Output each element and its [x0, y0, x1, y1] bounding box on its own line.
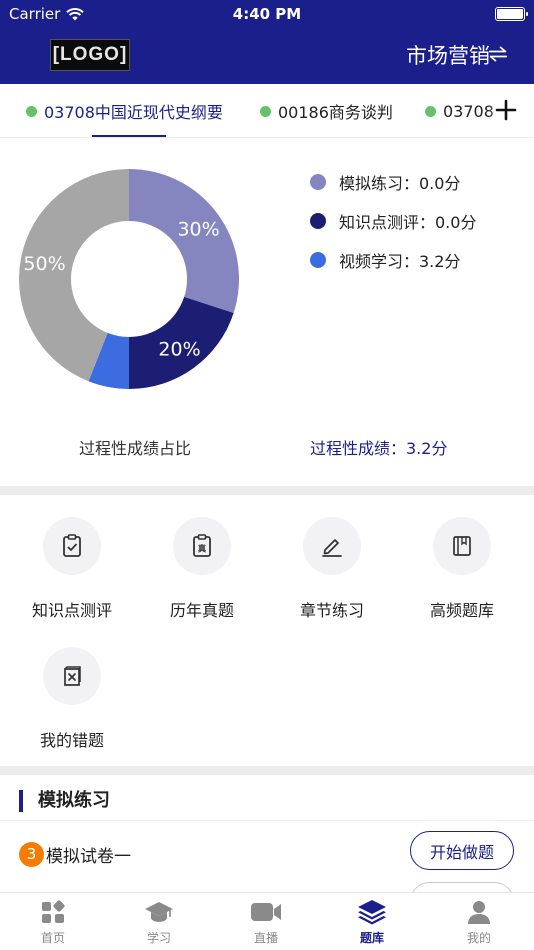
- course-status-dot: [260, 105, 271, 117]
- start-exam-button[interactable]: 开始做题: [410, 831, 514, 870]
- chart-caption: 过程性成绩占比: [78, 439, 191, 458]
- svg-text:真: 真: [198, 544, 207, 555]
- fn-label: 章节练习: [299, 601, 364, 620]
- app-header: Carrier 4:40 PM [LOGO] 市场营销: [0, 0, 534, 84]
- tabbar-study[interactable]: 学习: [106, 899, 212, 946]
- mock-title-separator: [0, 820, 534, 821]
- donut-slice-label-1: 20%: [158, 339, 200, 361]
- battery-icon: [495, 7, 528, 21]
- tabbar-label: 学习: [146, 931, 171, 945]
- fn-label: 我的错题: [39, 731, 104, 750]
- section-divider: [0, 486, 534, 495]
- app-logo: [LOGO]: [50, 39, 130, 71]
- legend-item-0: 模拟练习：0.0分: [310, 162, 476, 201]
- fn-icon-circle: [433, 517, 491, 575]
- clipboard-check-icon: [63, 534, 81, 557]
- book-icon: [453, 536, 471, 556]
- course-status-dot: [425, 105, 436, 117]
- donut-slice-label-0: 30%: [177, 218, 219, 240]
- tab-course-label: 00186商务谈判: [278, 103, 393, 122]
- add-course-icon[interactable]: [494, 98, 518, 122]
- mock-exam-title: 模拟练习: [19, 790, 110, 812]
- bottom-tab-bar: 首页 学习 直播 题库 我的: [0, 892, 534, 950]
- major-selector[interactable]: 市场营销: [406, 40, 490, 70]
- legend-swatch: [310, 173, 326, 190]
- legend-swatch: [310, 251, 326, 268]
- process-score: 过程性成绩：3.2分: [310, 439, 448, 458]
- fn-icon-circle: [43, 517, 101, 575]
- switch-major-icon[interactable]: [488, 44, 508, 64]
- fn-label: 知识点测评: [31, 601, 112, 620]
- tab-course-3[interactable]: 03708: [425, 84, 494, 137]
- video-camera-icon: [251, 903, 281, 921]
- section-divider: [0, 766, 534, 775]
- legend-label: 模拟练习：0.0分: [339, 173, 461, 193]
- graduation-cap-icon: [145, 902, 173, 922]
- fn-wrong-questions[interactable]: 我的错题: [6, 647, 138, 751]
- user-icon: [468, 901, 490, 924]
- legend-item-2: 视频学习：3.2分: [310, 240, 476, 279]
- status-bar: Carrier 4:40 PM: [0, 0, 534, 28]
- fn-chapter-practice[interactable]: 章节练习: [266, 517, 398, 621]
- fn-icon-circle: [43, 647, 101, 705]
- donut-slice-label-3: 50%: [23, 253, 65, 275]
- mock-exam-section: 模拟练习 3 模拟试卷一 开始做题: [0, 776, 534, 896]
- layers-icon: [358, 900, 386, 925]
- fn-icon-circle: [303, 517, 361, 575]
- fn-past-exams[interactable]: 真 历年真题: [136, 517, 268, 621]
- fn-high-frequency-bank[interactable]: 高频题库: [396, 517, 528, 621]
- fn-knowledge-test[interactable]: 知识点测评: [6, 517, 138, 621]
- tabbar-home[interactable]: 首页: [0, 899, 106, 946]
- tabbar-label: 我的: [466, 931, 491, 945]
- donut-slice-0: [129, 169, 239, 313]
- paper-name: 模拟试卷一: [46, 846, 131, 867]
- legend-label: 知识点测评：0.0分: [339, 212, 477, 232]
- score-donut-chart: 30% 20% 50%: [19, 169, 239, 389]
- fn-label: 高频题库: [429, 601, 494, 620]
- clipboard-real-icon: 真: [193, 534, 211, 557]
- course-tabs: 03708中国近现代史纲要 00186商务谈判 03708: [0, 84, 534, 138]
- tabbar-label: 直播: [253, 931, 278, 945]
- tabbar-live[interactable]: 直播: [213, 899, 319, 946]
- home-grid-icon: [42, 900, 65, 923]
- wrong-book-icon: [64, 666, 81, 686]
- status-time: 4:40 PM: [232, 5, 302, 23]
- tabbar-question-bank[interactable]: 题库: [319, 899, 425, 946]
- tabbar-label: 首页: [40, 931, 65, 945]
- tab-course-2[interactable]: 00186商务谈判: [260, 84, 393, 137]
- tabbar-profile[interactable]: 我的: [426, 899, 532, 946]
- fn-label: 历年真题: [169, 601, 234, 620]
- course-status-dot: [26, 105, 37, 117]
- score-chart-section: 30% 20% 50% 模拟练习：0.0分 知识点测评：0.0分 视频学习：3.2分 过…: [0, 138, 534, 486]
- tab-course-label: 03708中国近现代史纲要: [44, 103, 223, 122]
- tab-course-1[interactable]: 03708中国近现代史纲要: [26, 84, 223, 137]
- paper-index-badge: 3: [19, 841, 44, 867]
- legend-swatch: [310, 212, 326, 229]
- tab-course-label: 03708: [443, 101, 494, 121]
- legend-label: 视频学习：3.2分: [339, 251, 461, 271]
- tabbar-label: 题库: [359, 931, 384, 945]
- chart-legend: 模拟练习：0.0分 知识点测评：0.0分 视频学习：3.2分: [310, 162, 476, 279]
- fn-icon-circle: 真: [173, 517, 231, 575]
- pen-icon: [322, 539, 342, 557]
- function-grid: 知识点测评 真 历年真题 章节练习 高频题库 我的错题: [0, 495, 534, 767]
- legend-item-1: 知识点测评：0.0分: [310, 201, 476, 240]
